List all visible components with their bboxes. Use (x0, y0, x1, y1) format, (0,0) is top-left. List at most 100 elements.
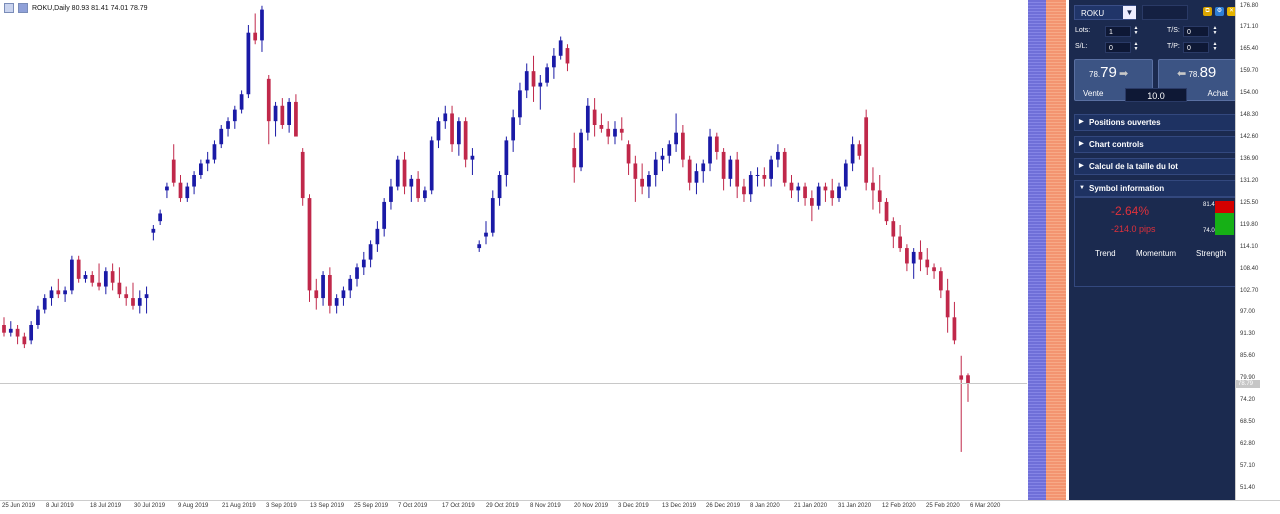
time-tick-label: 21 Jan 2020 (794, 503, 828, 509)
candle-body (443, 113, 448, 122)
candle-body (36, 309, 40, 325)
ts-label: T/S: (1167, 27, 1180, 34)
price-tick-label: 171.10 (1240, 24, 1259, 31)
candle-body (911, 251, 916, 264)
candle-body (762, 175, 767, 179)
ts-stepper[interactable]: ▲ ▼ (1212, 26, 1218, 36)
candle-body (945, 290, 950, 318)
triangle-right-icon: ▶ (1079, 141, 1084, 147)
triangle-down-icon: ▼ (1079, 185, 1085, 191)
time-tick-label: 9 Aug 2019 (178, 503, 209, 509)
lot-size-input[interactable]: 10.0 (1125, 88, 1187, 102)
arrow-right-icon: ➡ (1119, 68, 1129, 80)
time-tick-label: 8 Jul 2019 (46, 503, 74, 509)
tp-stepper[interactable]: ▲ ▼ (1212, 42, 1218, 52)
candle-body (151, 228, 156, 233)
symbol-search-input[interactable] (1142, 5, 1188, 20)
section-symbol-information[interactable]: ▼ Symbol information (1074, 180, 1245, 197)
price-tick-label: 97.00 (1240, 309, 1256, 316)
price-chart[interactable]: ROKU,Daily 80.93 81.41 74.01 78.79 (0, 0, 1027, 500)
price-tick-label: 119.80 (1240, 221, 1258, 228)
trading-panel: ROKU ▼ ⧉ ⚙ ✕ Lots: 1 ▲ ▼ T/S: 0 ▲ ▼ S/L: 0… (1069, 0, 1245, 500)
price-tick-label: 85.60 (1240, 353, 1256, 360)
candle-body (341, 290, 346, 299)
candle-body (925, 259, 930, 268)
change-percent: -2.64% (1111, 204, 1150, 218)
copy-icon[interactable]: ⧉ (1203, 7, 1212, 16)
candle-body (857, 144, 862, 156)
candle-body (368, 244, 373, 260)
candle-body (864, 117, 869, 183)
range-bar-green (1215, 213, 1234, 235)
candle-body (239, 94, 244, 110)
candle-body (395, 159, 400, 187)
candle-body (687, 159, 692, 183)
candle-body (185, 186, 190, 199)
candle-body (124, 294, 129, 299)
candle-body (782, 151, 787, 183)
gear-icon[interactable]: ⚙ (1215, 7, 1224, 16)
time-tick-label: 12 Feb 2020 (882, 503, 916, 509)
candle-body (647, 175, 651, 187)
candle-body (29, 325, 34, 341)
candle-body (898, 236, 902, 249)
lots-label: Lots: (1075, 27, 1091, 34)
section-positions-ouvertes[interactable]: ▶ Positions ouvertes (1074, 114, 1245, 131)
price-tick-label: 51.40 (1240, 484, 1256, 491)
candle-body (110, 271, 115, 283)
candle-body (613, 128, 617, 137)
time-tick-label: 13 Dec 2019 (662, 503, 697, 509)
candle-body (321, 275, 325, 299)
sell-price-big: 79 (1100, 64, 1117, 81)
candle-body (755, 175, 760, 176)
section-lot-size-calc[interactable]: ▶ Calcul de la taille du lot (1074, 158, 1245, 175)
candle-body (667, 144, 672, 156)
candle-body (246, 32, 251, 95)
candle-body (226, 121, 230, 129)
time-tick-label: 13 Sep 2019 (310, 503, 345, 509)
candle-body (456, 121, 461, 145)
lots-stepper[interactable]: ▲ ▼ (1133, 26, 1139, 36)
candle-body (22, 336, 27, 345)
symbol-select-value: ROKU (1081, 9, 1105, 18)
heatmap-stripe-orange (1046, 0, 1066, 500)
candle-body (70, 259, 74, 291)
candle-body (409, 178, 414, 187)
section-label: Calcul de la taille du lot (1089, 162, 1178, 171)
time-tick-label: 25 Jun 2019 (2, 503, 36, 509)
tp-label: T/P: (1167, 43, 1180, 50)
section-chart-controls[interactable]: ▶ Chart controls (1074, 136, 1245, 153)
candle-body (192, 175, 196, 187)
candle-body (287, 101, 291, 125)
section-label: Symbol information (1089, 184, 1165, 193)
time-tick-label: 8 Jan 2020 (750, 503, 780, 509)
tp-input[interactable]: 0 (1183, 42, 1209, 53)
candle-body (823, 186, 828, 191)
candle-body (463, 121, 468, 160)
candlestick-chart[interactable] (0, 0, 1027, 500)
candle-body (905, 248, 909, 264)
candle-body (579, 132, 583, 168)
candle-body (497, 175, 502, 199)
sl-stepper[interactable]: ▲ ▼ (1133, 42, 1139, 52)
candle-body (843, 163, 848, 187)
candle-body (748, 175, 753, 195)
chevron-down-icon[interactable]: ▼ (1123, 6, 1136, 19)
candle-body (436, 121, 441, 141)
candle-body (15, 328, 20, 337)
candle-body (545, 67, 549, 83)
triangle-right-icon: ▶ (1079, 119, 1084, 125)
candle-body (714, 136, 719, 152)
price-axis: 176.80 171.10 165.40 159.70 154.00 148.30 142.… (1235, 0, 1280, 500)
candle-body (219, 128, 224, 145)
lots-input[interactable]: 1 (1105, 26, 1131, 37)
candle-body (606, 128, 611, 137)
candle-body (592, 109, 597, 125)
candle-body (633, 163, 638, 179)
candle-body (681, 132, 685, 160)
price-tick-label: 136.90 (1240, 156, 1259, 162)
sl-input[interactable]: 0 (1105, 42, 1131, 53)
ts-input[interactable]: 0 (1183, 26, 1209, 37)
time-tick-label: 18 Jul 2019 (90, 503, 122, 509)
candle-body (477, 244, 482, 249)
